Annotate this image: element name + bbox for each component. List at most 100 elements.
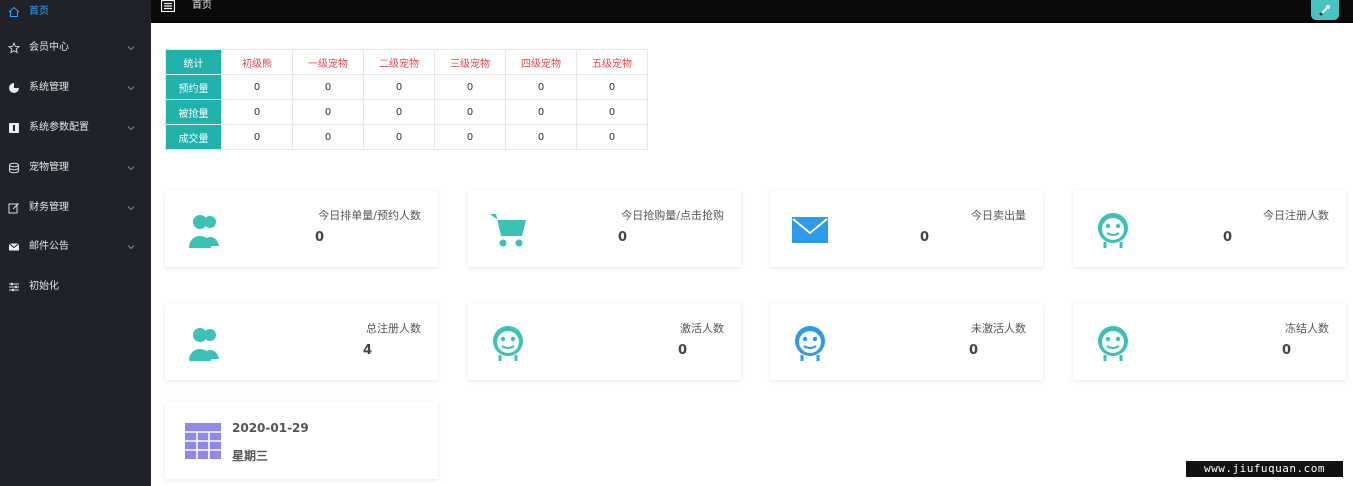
table-cell: 0 — [434, 99, 506, 125]
table-cell: 0 — [576, 74, 648, 100]
column-header: 初级熊 — [221, 49, 293, 75]
table-header-row: 统计 初级熊 一级宠物 二级宠物 三级宠物 四级宠物 五级宠物 — [165, 49, 648, 75]
current-date: 2020-01-29 — [232, 421, 309, 435]
sliders-icon — [9, 282, 19, 292]
chevron-down-icon — [127, 86, 135, 91]
robot-face-icon — [1098, 213, 1128, 248]
sidebar-item-member-center[interactable]: 会员中心 — [0, 36, 151, 60]
table-cell: 0 — [363, 99, 435, 125]
table-cell: 0 — [292, 74, 364, 100]
stat-card-value: 0 — [969, 343, 979, 358]
row-header: 被抢量 — [165, 99, 222, 125]
table-cell: 0 — [576, 124, 648, 150]
calendar-grid-icon — [185, 423, 221, 459]
sidebar-item-label: 邮件公告 — [29, 241, 69, 252]
table-row: 被抢量 0 0 0 0 0 0 — [165, 99, 648, 125]
mail-icon — [8, 243, 20, 251]
breadcrumb[interactable]: 首页 — [192, 0, 212, 12]
column-header: 三级宠物 — [434, 49, 506, 75]
sidebar-item-label: 系统管理 — [29, 82, 69, 93]
table-cell: 0 — [221, 74, 293, 100]
stat-card-today-purchases: 今日抢购量/点击抢购 0 — [468, 190, 741, 267]
stat-card-label: 今日排单量/预约人数 — [318, 209, 421, 222]
stat-card-label: 总注册人数 — [366, 322, 421, 335]
row-header: 成交量 — [165, 124, 222, 150]
stat-card-value: 0 — [1282, 343, 1292, 358]
stat-card-value: 0 — [1223, 230, 1233, 245]
stats-table: 统计 初级熊 一级宠物 二级宠物 三级宠物 四级宠物 五级宠物 预约量 0 0 … — [165, 49, 648, 150]
stat-card-value: 0 — [315, 230, 325, 245]
stat-card-value: 0 — [618, 230, 628, 245]
stat-card-label: 激活人数 — [680, 322, 724, 335]
sidebar-item-label: 首页 — [29, 6, 49, 17]
stat-card-value: 0 — [678, 343, 688, 358]
home-icon — [8, 6, 20, 17]
column-header: 一级宠物 — [292, 49, 364, 75]
sidebar-item-label: 宠物管理 — [29, 162, 69, 173]
table-cell: 0 — [576, 99, 648, 125]
table-row: 预约量 0 0 0 0 0 0 — [165, 74, 648, 100]
stat-card-today-sold: 今日卖出量 0 — [770, 190, 1043, 267]
row-header: 预约量 — [165, 74, 222, 100]
sidebar-item-finance-management[interactable]: 财务管理 — [0, 196, 151, 220]
column-header: 四级宠物 — [505, 49, 577, 75]
table-corner: 统计 — [165, 49, 222, 75]
table-cell: 0 — [505, 74, 577, 100]
robot-face-icon — [493, 326, 523, 361]
current-weekday: 星期三 — [232, 449, 269, 463]
star-icon — [8, 42, 20, 54]
sidebar-item-label: 财务管理 — [29, 202, 69, 213]
stat-card-frozen: 冻结人数 0 — [1073, 303, 1346, 380]
gear-icon — [9, 83, 19, 93]
users-icon — [189, 328, 219, 361]
menu-icon[interactable] — [161, 0, 175, 12]
table-cell: 0 — [292, 124, 364, 150]
stat-card-activated: 激活人数 0 — [468, 303, 741, 380]
table-cell: 0 — [363, 74, 435, 100]
sidebar-item-pet-management[interactable]: 宠物管理 — [0, 156, 151, 180]
main-content: 统计 初级熊 一级宠物 二级宠物 三级宠物 四级宠物 五级宠物 预约量 0 0 … — [151, 23, 1353, 486]
stat-card-label: 今日注册人数 — [1263, 209, 1329, 222]
sidebar-item-initialize[interactable]: 初始化 — [0, 275, 151, 299]
robot-face-icon — [1098, 326, 1128, 361]
stat-card-total-registrations: 总注册人数 4 — [165, 303, 438, 380]
table-cell: 0 — [434, 74, 506, 100]
table-cell: 0 — [221, 124, 293, 150]
stat-card-value: 0 — [920, 230, 930, 245]
sidebar-item-label: 会员中心 — [29, 42, 69, 53]
chevron-down-icon — [127, 206, 135, 211]
column-header: 二级宠物 — [363, 49, 435, 75]
sidebar-item-label: 系统参数配置 — [29, 122, 89, 133]
column-header: 五级宠物 — [576, 49, 648, 75]
sidebar-item-label: 初始化 — [29, 281, 59, 292]
database-icon — [9, 162, 19, 174]
stat-card-today-orders: 今日排单量/预约人数 0 — [165, 190, 438, 267]
table-row: 成交量 0 0 0 0 0 0 — [165, 124, 648, 150]
table-cell: 0 — [221, 99, 293, 125]
stat-card-label: 今日抢购量/点击抢购 — [621, 209, 724, 222]
avatar-icon — [1319, 5, 1330, 16]
top-bar: 首页 — [151, 0, 1353, 23]
stat-card-not-activated: 未激活人数 0 — [770, 303, 1043, 380]
table-cell: 0 — [363, 124, 435, 150]
sidebar-item-home[interactable]: 首页 — [0, 0, 151, 24]
sidebar-item-mail-notice[interactable]: 邮件公告 — [0, 235, 151, 259]
stat-card-label: 冻结人数 — [1285, 322, 1329, 335]
table-cell: 0 — [505, 99, 577, 125]
chevron-down-icon — [127, 245, 135, 250]
sidebar-item-system-params[interactable]: 系统参数配置 — [0, 116, 151, 140]
stat-card-label: 今日卖出量 — [971, 209, 1026, 222]
table-cell: 0 — [434, 124, 506, 150]
info-icon — [9, 123, 19, 133]
chevron-down-icon — [127, 166, 135, 171]
watermark: www.jiufuquan.com — [1186, 461, 1343, 477]
chevron-down-icon — [127, 46, 135, 51]
date-card: 2020-01-29 星期三 — [165, 402, 438, 479]
robot-face-icon — [795, 326, 825, 361]
chevron-down-icon — [127, 126, 135, 131]
table-cell: 0 — [292, 99, 364, 125]
stat-card-label: 未激活人数 — [971, 322, 1026, 335]
stat-card-today-registrations: 今日注册人数 0 — [1073, 190, 1346, 267]
sidebar-item-system-management[interactable]: 系统管理 — [0, 76, 151, 100]
avatar[interactable] — [1311, 0, 1339, 20]
